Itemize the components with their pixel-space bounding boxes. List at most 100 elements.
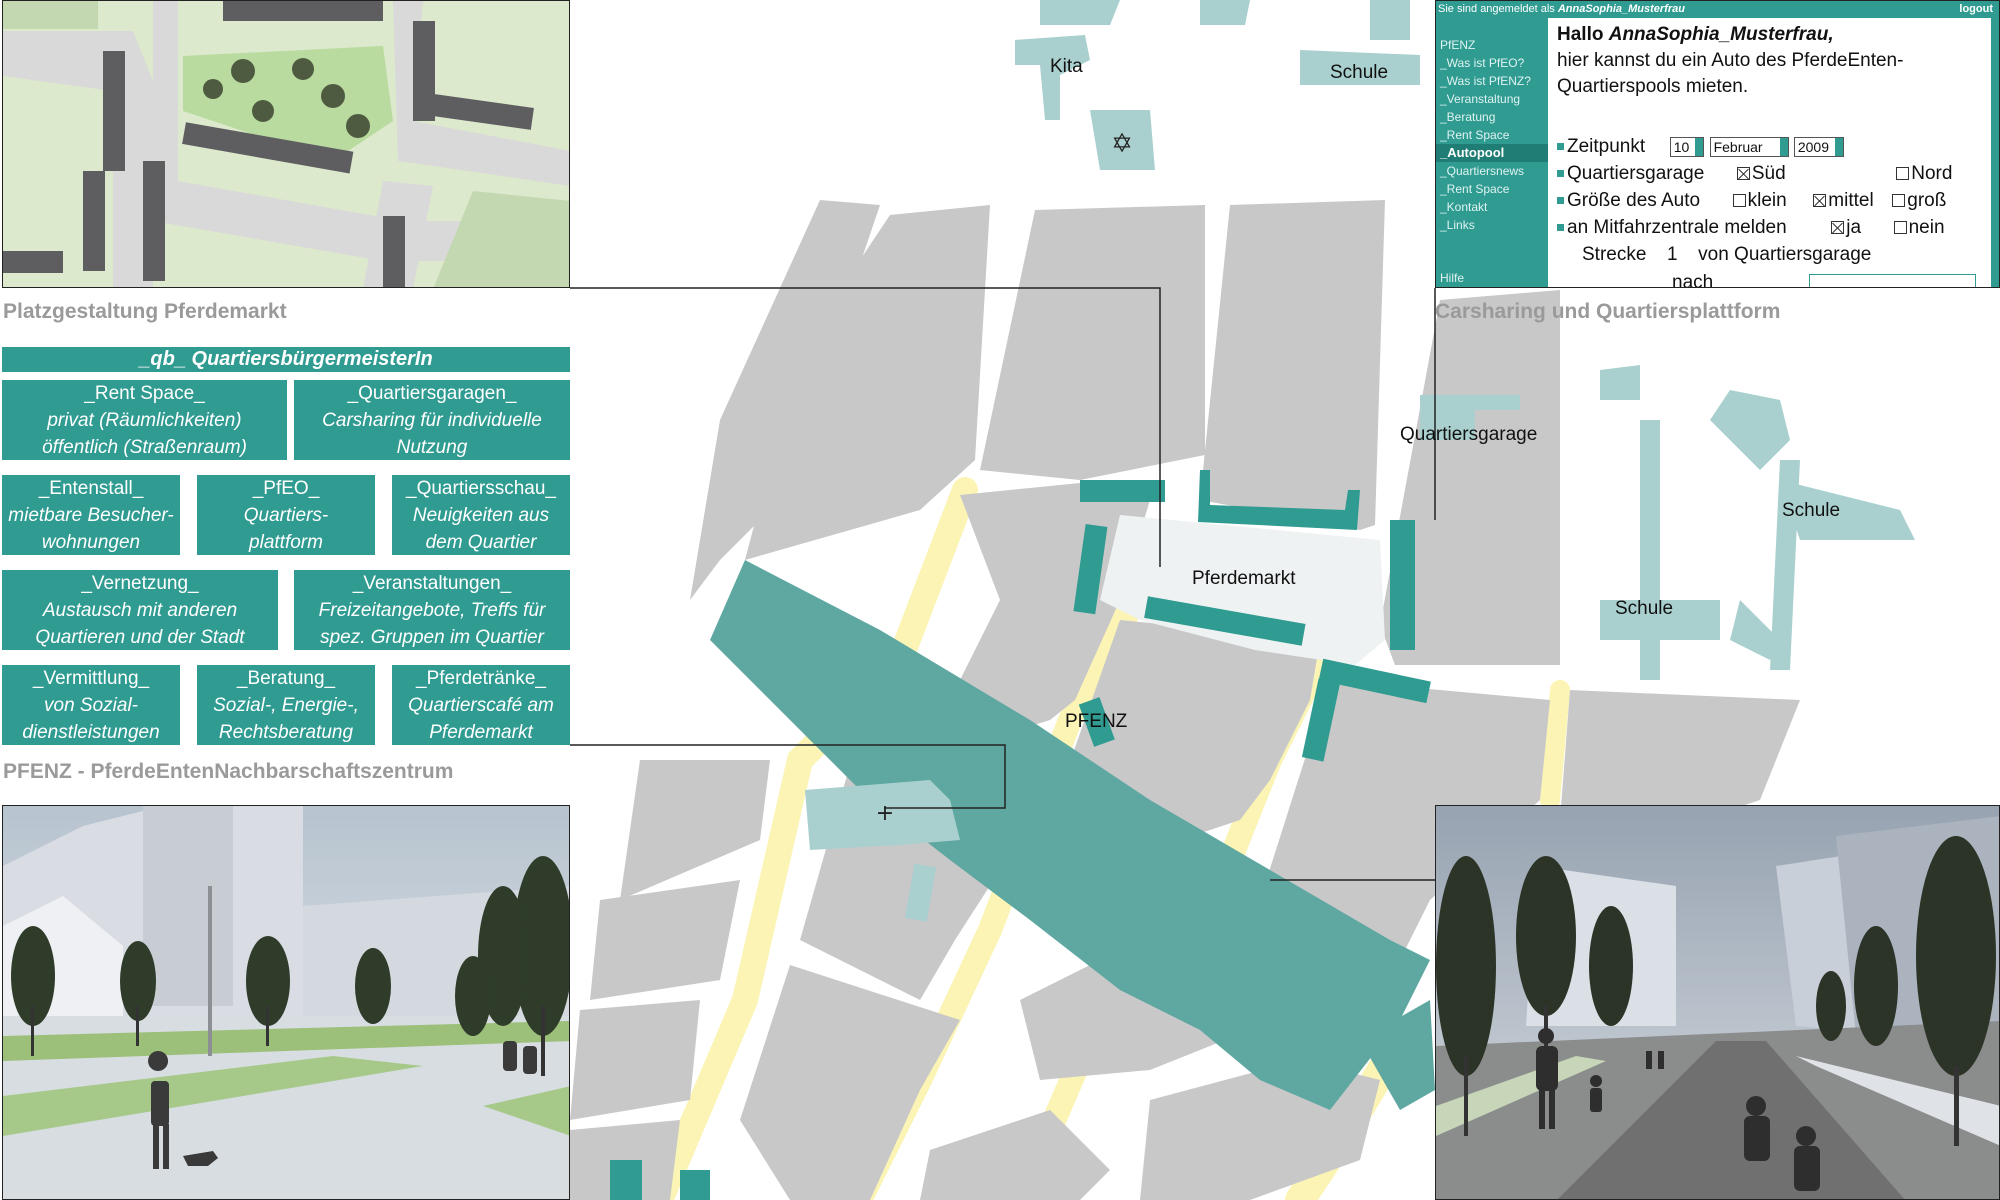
tile-head: _Quartiersschau_	[406, 478, 556, 499]
nav-links[interactable]: _Links	[1436, 216, 1548, 234]
bullet-icon	[1557, 197, 1564, 205]
greeting-name: AnnaSophia_Musterfrau,	[1608, 24, 1834, 45]
option-klein: klein	[1747, 190, 1787, 211]
bullet-icon	[1557, 170, 1564, 178]
greeting-hallo: Hallo	[1557, 24, 1604, 45]
tile-line: Freizeitangebote, Treffs für	[318, 600, 546, 621]
board-title: _qb_ QuartiersbürgermeisterIn	[2, 347, 570, 372]
tile-pfeo: _PfEO_ Quartiers- plattform	[197, 475, 375, 555]
nach-input[interactable]	[1809, 274, 1976, 287]
tile-line: von Sozial-	[44, 695, 138, 716]
tile-quartiersschau: _Quartiersschau_ Neuigkeiten aus dem Qua…	[392, 475, 570, 555]
nach-label: nach	[1672, 272, 1714, 288]
strecke-von: von Quartiersgarage	[1698, 244, 1872, 265]
nav-rent-space-2[interactable]: _Rent Space	[1436, 180, 1548, 198]
label-schule-right: Schule	[1782, 500, 1841, 521]
tile-quartiersgaragen: _Quartiersgaragen_ Carsharing für indivi…	[294, 380, 570, 460]
groesse-label: Größe des Auto	[1567, 190, 1701, 211]
garage-label: Quartiersgarage	[1567, 163, 1705, 184]
quartiersbuergermeister-board: _qb_ QuartiersbürgermeisterIn _Rent Spac…	[2, 347, 570, 745]
row-strecke: Strecke 1 von Quartiersgarage	[1582, 244, 1871, 266]
nav-beratung[interactable]: _Beratung	[1436, 108, 1548, 126]
label-pferdemarkt: Pferdemarkt	[1192, 568, 1296, 589]
label-schule-lower: Schule	[1615, 598, 1674, 619]
tile-line: öffentlich (Straßenraum)	[42, 437, 247, 458]
label-pfenz: PFENZ	[1065, 711, 1128, 732]
nav-was-ist-pfenz[interactable]: _Was ist PfENZ?	[1436, 72, 1548, 90]
nav-veranstaltung[interactable]: _Veranstaltung	[1436, 90, 1548, 108]
strecke-label: Strecke	[1582, 244, 1647, 265]
tile-veranstaltungen: _Veranstaltungen_ Freizeitangebote, Tref…	[294, 570, 570, 650]
strecke-number: 1	[1666, 244, 1678, 265]
option-mittel: mittel	[1828, 190, 1874, 211]
checkbox-gross[interactable]	[1892, 194, 1906, 208]
tile-beratung: _Beratung_ Sozial-, Energie-, Rechtsbera…	[197, 665, 375, 745]
caption-pfenz: PFENZ - PferdeEntenNachbarschaftszentrum	[3, 760, 454, 783]
tile-line: dem Quartier	[425, 532, 537, 553]
cross-icon: +	[876, 801, 894, 826]
row-nach: nach	[1672, 272, 1714, 288]
checkbox-klein[interactable]	[1732, 194, 1746, 208]
year-select[interactable]: 2009	[1793, 136, 1845, 157]
tile-line: Neuigkeiten aus	[412, 505, 550, 526]
bullet-icon	[1557, 224, 1564, 232]
tile-head: _Pferdetränke_	[416, 668, 546, 689]
option-nord: Nord	[1911, 163, 1953, 184]
logout-link[interactable]: logout	[1959, 1, 1993, 18]
form-scrollbar[interactable]	[1991, 18, 1999, 287]
checkbox-mittel[interactable]	[1813, 194, 1827, 208]
login-bar: Sie sind angemeldet als AnnaSophia_Muste…	[1436, 1, 1999, 18]
label-schule-top: Schule	[1330, 62, 1389, 83]
month-select[interactable]: Februar	[1709, 136, 1789, 157]
tile-head: _Vernetzung_	[81, 573, 199, 594]
tile-line: Carsharing für individuelle	[322, 410, 542, 431]
tile-line: dienstleistungen	[22, 722, 160, 743]
greeting: Hallo AnnaSophia_Musterfrau,	[1557, 24, 1834, 46]
tile-line: Quartierscafé am	[408, 695, 554, 716]
mitfahr-label: an Mitfahrzentrale melden	[1567, 217, 1787, 238]
tile-line: wohnungen	[41, 532, 141, 553]
tile-vernetzung: _Vernetzung_ Austausch mit anderen Quart…	[2, 570, 278, 650]
nav-quartiersnews[interactable]: _Quartiersnews	[1436, 162, 1548, 180]
tile-head: _PfEO_	[252, 478, 320, 499]
street-visualization-image	[1435, 805, 2000, 1200]
tile-line: Quartiers-	[243, 505, 329, 526]
checkbox-sued[interactable]	[1736, 167, 1750, 181]
login-user: AnnaSophia_Musterfrau	[1557, 3, 1685, 15]
login-prefix: Sie sind angemeldet als	[1438, 3, 1555, 15]
row-zeitpunkt: Zeitpunkt 10 Februar 2009	[1557, 136, 1845, 158]
pfenz-visualization-image	[2, 805, 570, 1200]
checkbox-nein[interactable]	[1893, 221, 1907, 235]
option-sued: Süd	[1751, 163, 1786, 184]
tile-line: spez. Gruppen im Quartier	[320, 627, 544, 648]
row-groesse: Größe des Auto klein mittel groß	[1557, 190, 1946, 212]
tile-line: privat (Räumlichkeiten)	[47, 410, 242, 431]
tile-line: Austausch mit anderen	[42, 600, 238, 621]
checkbox-nord[interactable]	[1896, 167, 1910, 181]
nav-rent-space[interactable]: _Rent Space	[1436, 126, 1548, 144]
tile-head: _Quartiersgaragen_	[347, 383, 517, 404]
caption-carsharing: Carsharing und Quartiersplattform	[1435, 300, 1781, 323]
bullet-icon	[1557, 143, 1564, 151]
intro-line-2: Quartierspools mieten.	[1557, 76, 1749, 97]
row-mitfahrzentrale: an Mitfahrzentrale melden ja nein	[1557, 217, 1945, 239]
tile-line: Nutzung	[396, 437, 468, 458]
tile-head: _Vermittlung_	[32, 668, 150, 689]
nav-autopool[interactable]: _Autopool	[1436, 144, 1548, 162]
checkbox-ja[interactable]	[1831, 221, 1845, 235]
platzgestaltung-inset-map	[2, 0, 570, 288]
zeitpunkt-label: Zeitpunkt	[1567, 136, 1646, 157]
nav-kontakt[interactable]: _Kontakt	[1436, 198, 1548, 216]
nav-was-ist-pfeo[interactable]: _Was ist PfEO?	[1436, 54, 1548, 72]
intro-line-1: hier kannst du ein Auto des PferdeEnten-	[1557, 50, 1904, 71]
side-navigation: PfENZ _Was ist PfEO? _Was ist PfENZ? _Ve…	[1436, 18, 1548, 287]
tile-head: _Beratung_	[236, 668, 336, 689]
nav-pfenz[interactable]: PfENZ	[1436, 36, 1548, 54]
tile-vermittlung: _Vermittlung_ von Sozial- dienstleistung…	[2, 665, 180, 745]
option-gross: groß	[1907, 190, 1947, 211]
tile-line: mietbare Besucher-	[8, 505, 174, 526]
tile-line: Sozial-, Energie-,	[213, 695, 359, 716]
day-select[interactable]: 10	[1669, 136, 1705, 157]
tile-pferdetraenke: _Pferdetränke_ Quartierscafé am Pferdema…	[392, 665, 570, 745]
nav-hilfe[interactable]: Hilfe	[1436, 269, 1464, 287]
